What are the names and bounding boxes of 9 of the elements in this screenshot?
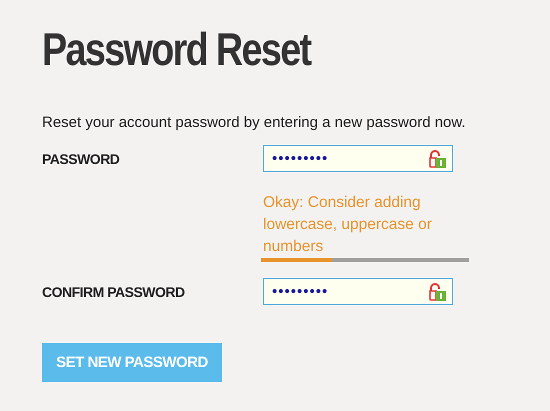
password-field[interactable]: •••••••••	[263, 145, 453, 172]
lock-icon	[428, 282, 448, 300]
page-title: Password Reset	[42, 22, 312, 77]
strength-feedback: Okay: Consider adding lowercase, uppercase or numbers	[263, 193, 433, 257]
lock-icon	[428, 150, 448, 168]
field-label: CONFIRM PASSWORD	[42, 284, 186, 300]
password-field[interactable]: •••••••••	[263, 278, 453, 305]
field-label: PASSWORD	[42, 151, 120, 167]
description-text: Reset your account password by entering a new password now.	[42, 114, 467, 131]
